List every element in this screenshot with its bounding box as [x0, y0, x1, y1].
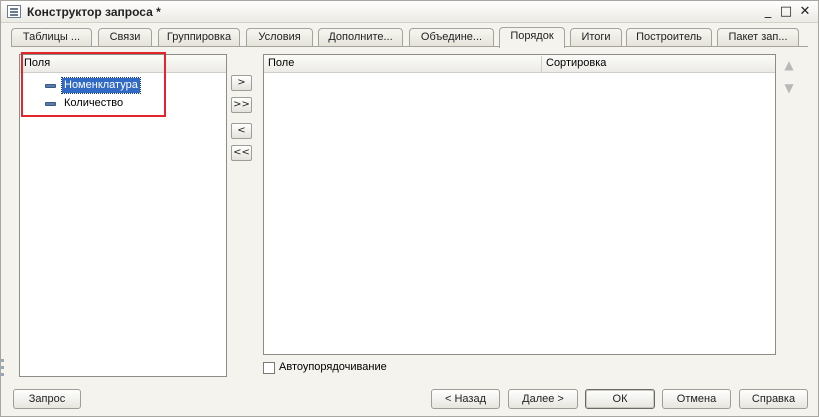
column-header-field[interactable]: Поле — [264, 55, 541, 73]
tab-totals[interactable]: Итоги — [570, 28, 622, 47]
auto-order-checkbox[interactable] — [263, 362, 275, 374]
order-table-header: Поле Сортировка — [264, 55, 775, 73]
minimize-button[interactable]: _ — [759, 3, 777, 21]
tab-grouping[interactable]: Группировка — [158, 28, 240, 47]
window-edge-marker — [1, 359, 4, 362]
ok-button[interactable]: ОК — [585, 389, 655, 409]
column-header-sorting[interactable]: Сортировка — [542, 55, 775, 73]
help-button[interactable]: Справка — [739, 389, 808, 409]
move-down-icon[interactable]: ▼ — [782, 81, 796, 95]
window-edge-marker — [1, 366, 4, 369]
auto-order-label[interactable]: Автоупорядочивание — [279, 361, 387, 373]
tab-order[interactable]: Порядок — [499, 27, 565, 48]
maximize-button[interactable]: □ — [777, 3, 795, 21]
query-designer-window: Конструктор запроса * _ □ ✕ Таблицы ... … — [0, 0, 819, 417]
window-title: Конструктор запроса * — [27, 5, 161, 19]
window-edge-marker — [1, 373, 4, 376]
remove-field-button[interactable]: < — [231, 123, 252, 139]
cancel-button[interactable]: Отмена — [662, 389, 731, 409]
add-field-button[interactable]: > — [231, 75, 252, 91]
tab-conditions[interactable]: Условия — [246, 28, 313, 47]
tab-builder[interactable]: Построитель — [626, 28, 712, 47]
order-table[interactable]: Поле Сортировка — [263, 54, 776, 355]
tab-advanced[interactable]: Дополните... — [318, 28, 403, 47]
move-up-icon[interactable]: ▲ — [782, 58, 796, 72]
tab-links[interactable]: Связи — [98, 28, 152, 47]
tab-strip: Таблицы ... Связи Группировка Условия До… — [11, 27, 811, 48]
form-icon — [7, 5, 21, 18]
remove-all-fields-button[interactable]: << — [231, 145, 252, 161]
highlight-frame — [21, 52, 166, 117]
next-button[interactable]: Далее > — [508, 389, 578, 409]
tab-tables[interactable]: Таблицы ... — [11, 28, 92, 47]
back-button[interactable]: < Назад — [431, 389, 500, 409]
tab-query-batch[interactable]: Пакет зап... — [717, 28, 799, 47]
tab-unions[interactable]: Объедине... — [409, 28, 494, 47]
query-button[interactable]: Запрос — [13, 389, 81, 409]
add-all-fields-button[interactable]: >> — [231, 97, 252, 113]
title-bar[interactable]: Конструктор запроса * _ □ ✕ — [1, 1, 818, 23]
close-button[interactable]: ✕ — [796, 3, 814, 21]
